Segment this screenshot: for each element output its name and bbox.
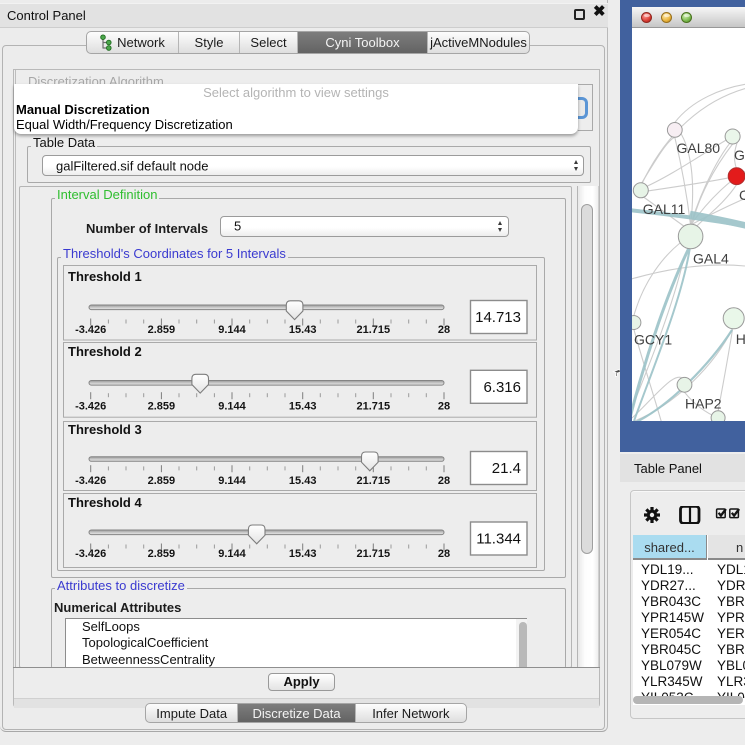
svg-text:Threshold 4: Threshold 4 bbox=[68, 495, 142, 510]
svg-text:-3.426: -3.426 bbox=[75, 475, 106, 487]
svg-text:Threshold 3: Threshold 3 bbox=[68, 422, 142, 437]
svg-text:-3.426: -3.426 bbox=[75, 324, 106, 336]
svg-text:GCY1: GCY1 bbox=[634, 331, 672, 347]
svg-text:9.144: 9.144 bbox=[218, 324, 246, 336]
svg-text:2.859: 2.859 bbox=[148, 324, 176, 336]
svg-text:11.344: 11.344 bbox=[476, 530, 521, 547]
svg-text:GAL11: GAL11 bbox=[643, 201, 686, 217]
svg-text:2.859: 2.859 bbox=[148, 401, 176, 413]
svg-text:9.144: 9.144 bbox=[218, 548, 246, 560]
svg-text:-3.426: -3.426 bbox=[75, 548, 106, 560]
svg-text:14.713: 14.713 bbox=[475, 309, 521, 326]
svg-text:21.715: 21.715 bbox=[356, 548, 390, 560]
svg-text:HA: HA bbox=[736, 331, 745, 347]
svg-text:9.144: 9.144 bbox=[218, 475, 246, 487]
svg-text:GAL4: GAL4 bbox=[693, 250, 729, 266]
svg-text:15.43: 15.43 bbox=[289, 548, 317, 560]
svg-text:-3.426: -3.426 bbox=[75, 401, 106, 413]
svg-text:6.316: 6.316 bbox=[483, 379, 521, 396]
svg-text:21.715: 21.715 bbox=[356, 324, 390, 336]
svg-text:21.715: 21.715 bbox=[356, 401, 390, 413]
svg-text:28: 28 bbox=[438, 401, 450, 413]
svg-text:21.4: 21.4 bbox=[492, 460, 521, 477]
svg-text:9.144: 9.144 bbox=[218, 401, 246, 413]
svg-text:15.43: 15.43 bbox=[289, 475, 317, 487]
svg-text:28: 28 bbox=[438, 475, 450, 487]
svg-text:HAP2: HAP2 bbox=[685, 396, 722, 412]
svg-text:GAL80: GAL80 bbox=[677, 140, 721, 156]
svg-text:28: 28 bbox=[438, 324, 450, 336]
svg-text:Threshold 2: Threshold 2 bbox=[68, 344, 142, 359]
svg-text:2.859: 2.859 bbox=[148, 475, 176, 487]
svg-text:2.859: 2.859 bbox=[148, 548, 176, 560]
svg-text:Threshold 1: Threshold 1 bbox=[68, 269, 142, 284]
svg-text:21.715: 21.715 bbox=[356, 475, 390, 487]
svg-text:CD: CD bbox=[739, 187, 745, 203]
svg-text:GAL: GAL bbox=[734, 147, 745, 163]
svg-text:15.43: 15.43 bbox=[289, 401, 317, 413]
svg-text:28: 28 bbox=[438, 548, 450, 560]
svg-text:15.43: 15.43 bbox=[289, 324, 317, 336]
